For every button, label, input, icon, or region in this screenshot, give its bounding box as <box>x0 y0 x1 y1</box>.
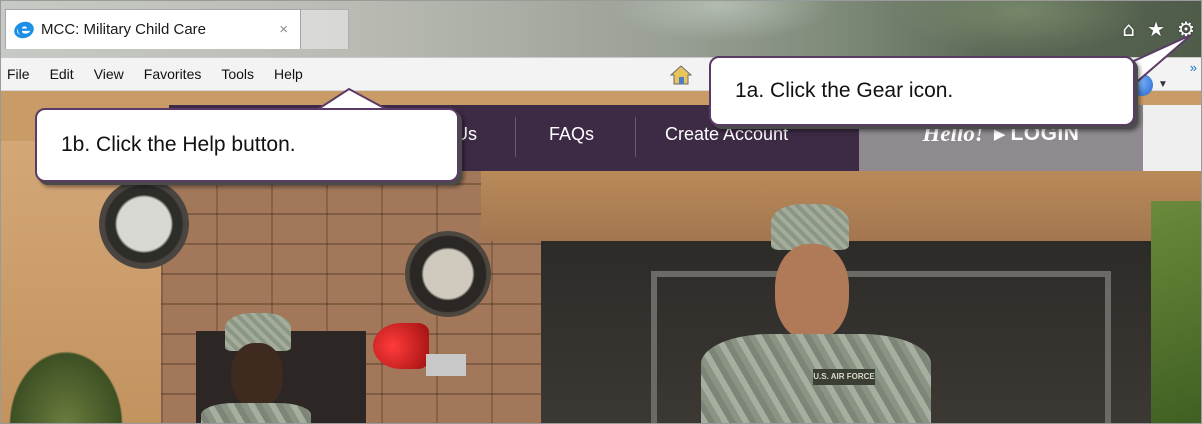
wall-lamp <box>99 179 189 269</box>
browser-tab-strip: e MCC: Military Child Care × ⌂ ★ ⚙ <box>1 1 1201 57</box>
site-nav-edge <box>1143 105 1201 171</box>
callout-gear-text: 1a. Click the Gear icon. <box>735 79 954 102</box>
menu-help[interactable]: Help <box>274 66 303 82</box>
nav-item-faqs[interactable]: FAQs <box>549 105 594 171</box>
wall-lamp <box>405 231 491 317</box>
play-arrow-icon: ▶ <box>993 126 1006 143</box>
screenshot-frame: U.S. AIR FORCE e MCC: Military Child Car… <box>0 0 1202 424</box>
menu-edit[interactable]: Edit <box>50 66 74 82</box>
tab-close-icon[interactable]: × <box>279 21 288 38</box>
browser-tab[interactable]: e MCC: Military Child Care × <box>5 9 301 49</box>
uniform-patch: U.S. AIR FORCE <box>813 369 875 385</box>
ie-logo-icon: e <box>11 17 37 42</box>
hero-plant-right <box>1151 201 1201 423</box>
callout-gear-pointer <box>1125 34 1192 89</box>
new-tab-button[interactable] <box>301 9 349 49</box>
menu-view[interactable]: View <box>94 66 124 82</box>
menu-favorites[interactable]: Favorites <box>144 66 202 82</box>
command-bar-home-icon[interactable] <box>669 64 693 86</box>
tab-title: MCC: Military Child Care <box>41 21 207 38</box>
hero-plant-left <box>1 341 131 423</box>
callout-help-text: 1b. Click the Help button. <box>61 133 296 156</box>
menu-file[interactable]: File <box>7 66 30 82</box>
siren-bracket <box>426 354 466 376</box>
nav-divider <box>635 117 636 157</box>
nav-divider <box>515 117 516 157</box>
alarm-siren <box>373 323 429 369</box>
callout-gear-instruction: 1a. Click the Gear icon. <box>709 56 1135 126</box>
menu-tools[interactable]: Tools <box>221 66 254 82</box>
callout-help-instruction: 1b. Click the Help button. <box>35 108 459 182</box>
